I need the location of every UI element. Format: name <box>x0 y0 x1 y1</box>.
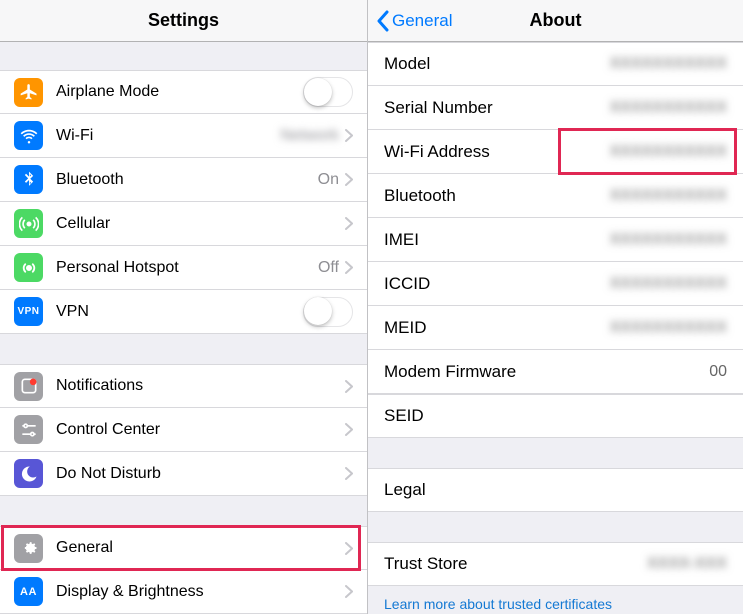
back-button[interactable]: General <box>376 10 452 32</box>
notif-icon <box>14 372 43 401</box>
settings-title: Settings <box>0 10 367 31</box>
about-label: IMEI <box>384 230 610 250</box>
about-value: XXXX-XXX <box>647 555 727 573</box>
settings-row-controlcenter[interactable]: Control Center <box>0 408 367 452</box>
settings-row-cellular[interactable]: Cellular <box>0 202 367 246</box>
settings-panel: Settings Airplane ModeWi-FiNetworkBlueto… <box>0 0 368 614</box>
chevron-right-icon <box>345 129 353 142</box>
row-detail: On <box>318 171 339 189</box>
cc-icon <box>14 415 43 444</box>
row-label: Cellular <box>56 215 345 233</box>
chevron-left-icon <box>376 10 390 32</box>
about-label: Wi-Fi Address <box>384 142 610 162</box>
row-label: Wi-Fi <box>56 127 280 145</box>
back-label: General <box>392 11 452 31</box>
about-label: Modem Firmware <box>384 362 709 382</box>
about-value: XXXXXXXXXXX <box>610 231 727 249</box>
about-label: Legal <box>384 480 727 500</box>
about-label: MEID <box>384 318 610 338</box>
row-label: Do Not Disturb <box>56 465 345 483</box>
settings-row-display[interactable]: AA Display & Brightness <box>0 570 367 614</box>
about-row-iccid: ICCIDXXXXXXXXXXX <box>368 262 743 306</box>
about-value: XXXXXXXXXXX <box>610 319 727 337</box>
row-label: Bluetooth <box>56 171 318 189</box>
about-label: ICCID <box>384 274 610 294</box>
row-detail: Off <box>318 259 339 277</box>
chevron-right-icon <box>345 173 353 186</box>
row-label: VPN <box>56 303 303 321</box>
row-label: Airplane Mode <box>56 83 303 101</box>
about-label: Model <box>384 54 610 74</box>
about-label: SEID <box>384 406 727 426</box>
bt-icon <box>14 165 43 194</box>
settings-row-vpn[interactable]: VPN VPN <box>0 290 367 334</box>
about-row-trust[interactable]: Trust Store XXXX-XXX <box>368 542 743 586</box>
chevron-right-icon <box>345 423 353 436</box>
about-label: Bluetooth <box>384 186 610 206</box>
about-row-modem: Modem Firmware00 <box>368 350 743 394</box>
settings-row-general[interactable]: General <box>0 526 367 570</box>
display-icon: AA <box>14 577 43 606</box>
about-value: XXXXXXXXXXX <box>610 55 727 73</box>
chevron-right-icon <box>345 217 353 230</box>
settings-row-dnd[interactable]: Do Not Disturb <box>0 452 367 496</box>
about-value: 00 <box>709 363 727 381</box>
settings-row-airplane[interactable]: Airplane Mode <box>0 70 367 114</box>
about-row-btaddr: BluetoothXXXXXXXXXXX <box>368 174 743 218</box>
row-label: Control Center <box>56 421 345 439</box>
about-row-wifiaddr: Wi-Fi AddressXXXXXXXXXXX <box>368 130 743 174</box>
row-label: General <box>56 539 345 557</box>
cell-icon <box>14 209 43 238</box>
row-label: Display & Brightness <box>56 583 345 601</box>
settings-row-wifi[interactable]: Wi-FiNetwork <box>0 114 367 158</box>
settings-row-bluetooth[interactable]: BluetoothOn <box>0 158 367 202</box>
chevron-right-icon <box>345 585 353 598</box>
chevron-right-icon <box>345 380 353 393</box>
chevron-right-icon <box>345 542 353 555</box>
dnd-icon <box>14 459 43 488</box>
about-row-imei: IMEIXXXXXXXXXXX <box>368 218 743 262</box>
settings-row-notifications[interactable]: Notifications <box>0 364 367 408</box>
airplane-icon <box>14 78 43 107</box>
about-row-meid: MEIDXXXXXXXXXXX <box>368 306 743 350</box>
chevron-right-icon <box>345 261 353 274</box>
trusted-certificates-link[interactable]: Learn more about trusted certificates <box>368 586 743 614</box>
row-label: Personal Hotspot <box>56 259 318 277</box>
toggle-switch[interactable] <box>303 77 353 107</box>
hotspot-icon <box>14 253 43 282</box>
row-label: Notifications <box>56 377 345 395</box>
general-icon <box>14 534 43 563</box>
about-label: Trust Store <box>384 554 647 574</box>
about-value: XXXXXXXXXXX <box>610 187 727 205</box>
about-row-model: ModelXXXXXXXXXXX <box>368 42 743 86</box>
about-label: Serial Number <box>384 98 610 118</box>
chevron-right-icon <box>345 467 353 480</box>
toggle-switch[interactable] <box>303 297 353 327</box>
settings-header: Settings <box>0 0 367 42</box>
settings-row-hotspot[interactable]: Personal HotspotOff <box>0 246 367 290</box>
about-value: XXXXXXXXXXX <box>610 99 727 117</box>
vpn-icon: VPN <box>14 297 43 326</box>
about-panel: General About ModelXXXXXXXXXXXSerial Num… <box>368 0 743 614</box>
about-row-seid[interactable]: SEID <box>368 394 743 438</box>
about-header: General About <box>368 0 743 42</box>
about-value: XXXXXXXXXXX <box>610 275 727 293</box>
about-row-legal[interactable]: Legal <box>368 468 743 512</box>
about-value: XXXXXXXXXXX <box>610 143 727 161</box>
wifi-icon <box>14 121 43 150</box>
row-detail: Network <box>280 127 339 145</box>
about-row-serial: Serial NumberXXXXXXXXXXX <box>368 86 743 130</box>
